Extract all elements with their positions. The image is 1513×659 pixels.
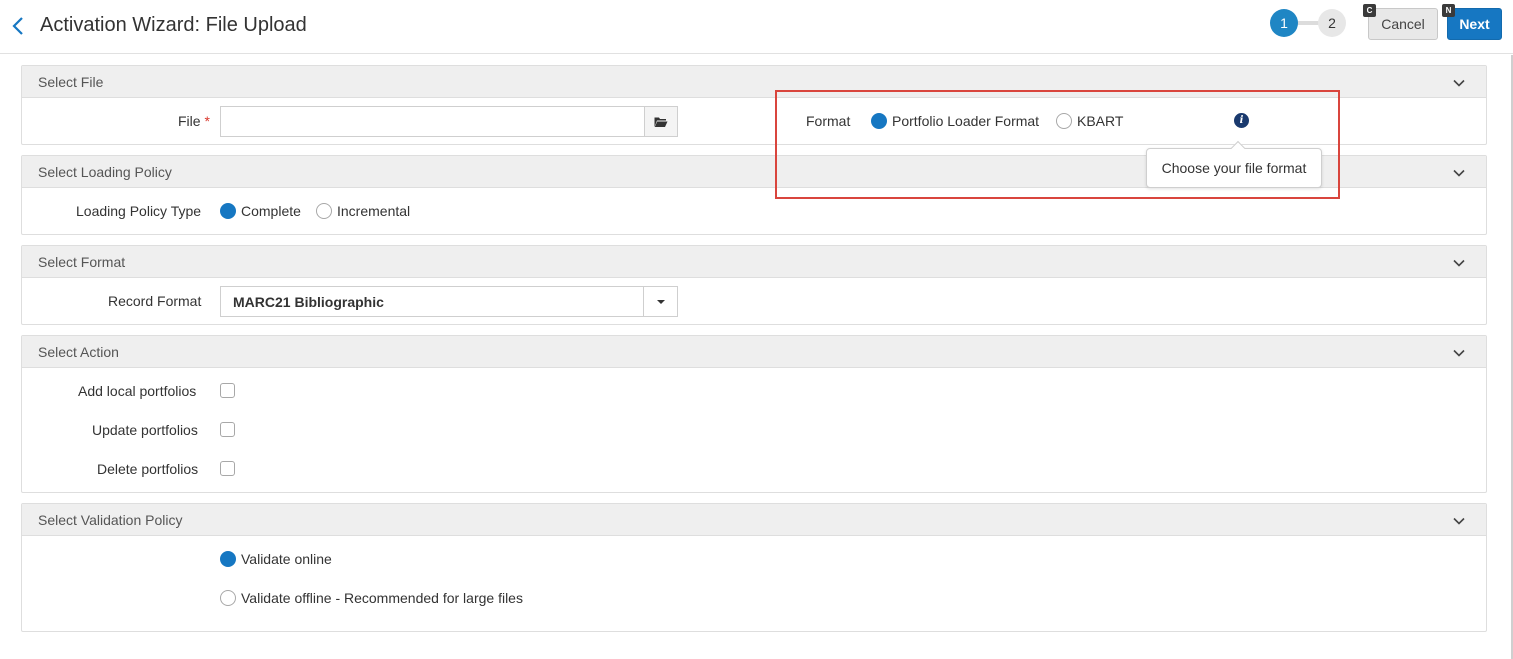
- chevron-left-icon: [12, 17, 23, 35]
- policy-complete-label[interactable]: Complete: [241, 203, 301, 219]
- page-header: Activation Wizard: File Upload 1 2 C Can…: [0, 0, 1513, 54]
- chevron-down-icon[interactable]: [1452, 76, 1466, 90]
- section-title: Select Action: [38, 344, 119, 360]
- validate-offline-radio[interactable]: [220, 590, 236, 606]
- validate-online-radio[interactable]: [220, 551, 236, 567]
- section-title: Select Loading Policy: [38, 164, 172, 180]
- folder-open-icon: [654, 117, 668, 127]
- cancel-button[interactable]: C Cancel: [1363, 4, 1438, 40]
- format-kbart-label[interactable]: KBART: [1077, 113, 1123, 129]
- section-title: Select Format: [38, 254, 126, 270]
- next-button-label: Next: [1459, 16, 1490, 32]
- add-local-portfolios-label: Add local portfolios: [78, 383, 197, 399]
- format-portfolio-loader-label[interactable]: Portfolio Loader Format: [892, 113, 1039, 129]
- chevron-down-icon[interactable]: [1452, 346, 1466, 360]
- select-caret[interactable]: [643, 287, 677, 316]
- record-format-label: Record Format: [108, 293, 202, 309]
- policy-complete-radio[interactable]: [220, 203, 236, 219]
- file-label: File *: [178, 113, 210, 129]
- format-label: Format: [806, 113, 851, 129]
- section-select-action: Select Action: [21, 335, 1487, 493]
- section-title: Select File: [38, 74, 104, 90]
- policy-incremental-radio[interactable]: [316, 203, 332, 219]
- format-portfolio-loader-radio[interactable]: [871, 113, 887, 129]
- section-header-validation[interactable]: Select Validation Policy: [22, 504, 1486, 536]
- chevron-down-icon[interactable]: [1452, 166, 1466, 180]
- browse-file-button[interactable]: [644, 106, 678, 137]
- file-label-text: File: [178, 113, 201, 129]
- policy-incremental-label[interactable]: Incremental: [337, 203, 410, 219]
- section-validation-policy: Select Validation Policy: [21, 503, 1487, 632]
- next-button[interactable]: N Next: [1442, 4, 1502, 40]
- record-format-select[interactable]: MARC21 Bibliographic: [220, 286, 678, 317]
- format-kbart-radio[interactable]: [1056, 113, 1072, 129]
- delete-portfolios-checkbox[interactable]: [220, 461, 235, 476]
- section-header-format[interactable]: Select Format: [22, 246, 1486, 278]
- caret-down-icon: [656, 299, 665, 304]
- required-marker: *: [204, 113, 210, 129]
- delete-portfolios-label: Delete portfolios: [97, 461, 199, 477]
- chevron-down-icon[interactable]: [1452, 514, 1466, 528]
- page-title: Activation Wizard: File Upload: [40, 14, 307, 36]
- loading-policy-type-label: Loading Policy Type: [76, 203, 202, 219]
- validate-online-label[interactable]: Validate online: [241, 551, 332, 567]
- wizard-steps: 1 2: [1270, 8, 1350, 38]
- back-button[interactable]: [8, 12, 28, 40]
- step-2[interactable]: 2: [1318, 9, 1346, 37]
- section-header-action[interactable]: Select Action: [22, 336, 1486, 368]
- cancel-button-label: Cancel: [1381, 16, 1425, 32]
- section-header-file[interactable]: Select File: [22, 66, 1486, 98]
- format-tooltip: Choose your file format: [1146, 148, 1322, 188]
- file-input[interactable]: [220, 106, 645, 137]
- update-portfolios-checkbox[interactable]: [220, 422, 235, 437]
- validate-offline-label[interactable]: Validate offline - Recommended for large…: [241, 590, 523, 606]
- step-1[interactable]: 1: [1270, 9, 1298, 37]
- add-local-portfolios-checkbox[interactable]: [220, 383, 235, 398]
- cancel-hotkey-badge: C: [1363, 4, 1376, 17]
- update-portfolios-label: Update portfolios: [92, 422, 198, 438]
- info-icon[interactable]: i: [1234, 113, 1249, 128]
- chevron-down-icon[interactable]: [1452, 256, 1466, 270]
- section-title: Select Validation Policy: [38, 512, 183, 528]
- record-format-value: MARC21 Bibliographic: [233, 294, 384, 310]
- next-hotkey-badge: N: [1442, 4, 1455, 17]
